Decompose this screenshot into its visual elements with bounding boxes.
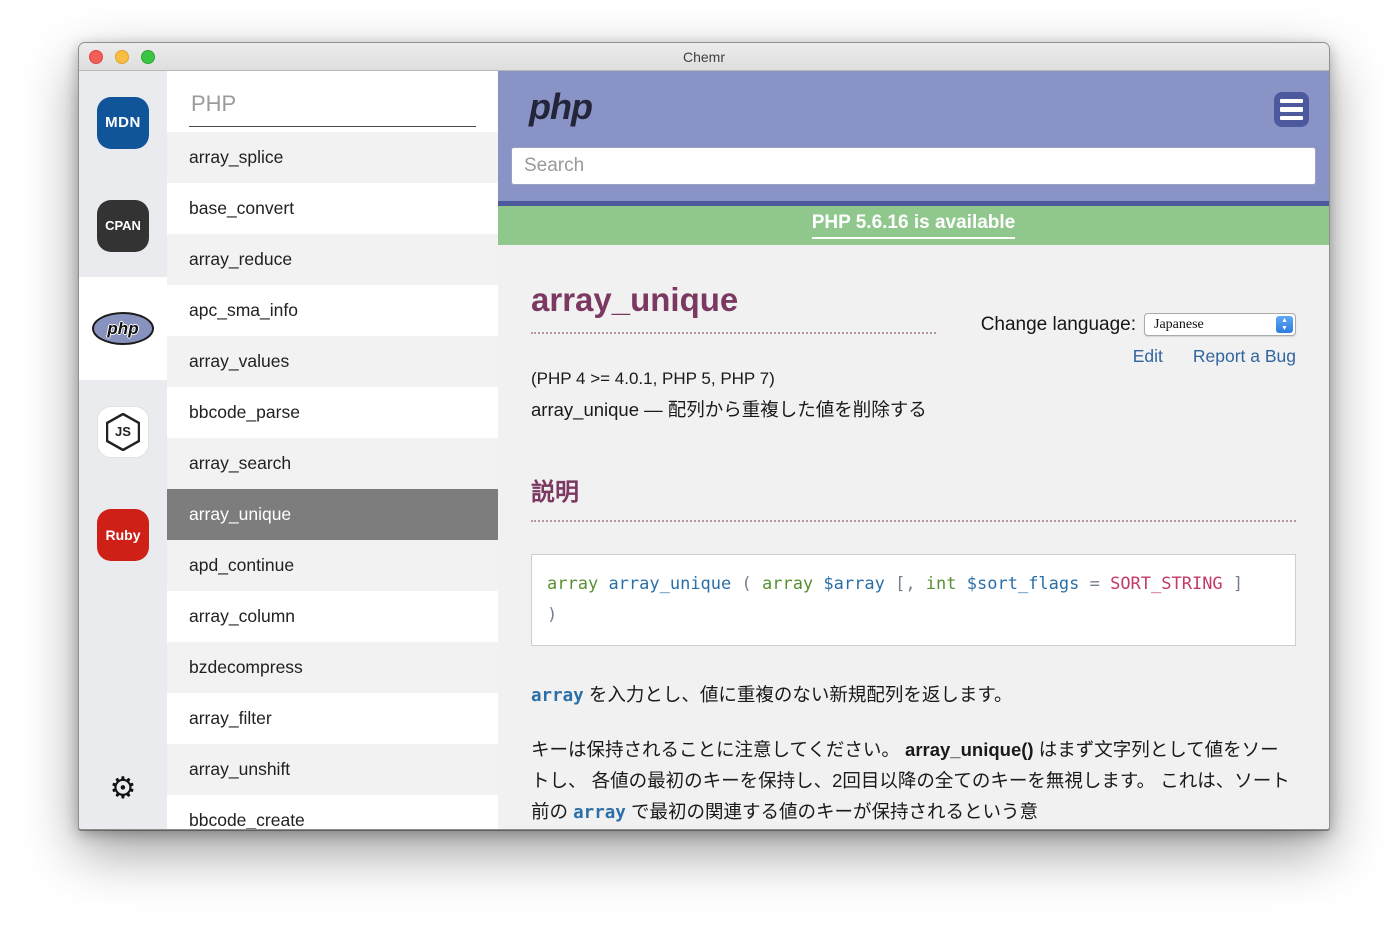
text-segment: を入力とし、値に重複のない新規配列を返します。	[583, 684, 1013, 705]
text-segment	[598, 574, 608, 594]
text-segment: キーは保持されることに注意してください。	[531, 739, 906, 760]
text-segment	[957, 574, 967, 594]
cpan-icon: CPAN	[97, 199, 149, 252]
list-item[interactable]: array_values	[167, 336, 498, 387]
text-segment: )	[547, 605, 558, 625]
list-item[interactable]: bzdecompress	[167, 642, 498, 693]
doc-content: php PHP 5.6.16 is available array_unique…	[498, 71, 1329, 829]
index-filter-input[interactable]	[189, 91, 476, 127]
list-item[interactable]: bbcode_create	[167, 795, 498, 829]
code-line: )	[547, 600, 1280, 631]
text-segment: (	[731, 574, 762, 594]
mdn-icon: MDN	[97, 96, 149, 149]
sidebar-item-mdn[interactable]: MDN	[79, 71, 167, 174]
php-version-line: (PHP 4 >= 4.0.1, PHP 5, PHP 7)	[531, 369, 775, 388]
list-item[interactable]: array_column	[167, 591, 498, 642]
function-summary: array_unique — 配列から重複した値を削除する	[531, 399, 927, 420]
version-banner-link[interactable]: PHP 5.6.16 is available	[811, 212, 1016, 239]
window-title: Chemr	[682, 49, 725, 65]
text-segment: int	[925, 574, 957, 594]
function-index-list: array_splice base_convert array_reduce apc_…	[167, 132, 498, 829]
language-area: Change language: Japanese ▲ ▼ Edit Report…	[981, 313, 1296, 367]
edit-link[interactable]: Edit	[1133, 346, 1163, 367]
doc-paragraph: キーは保持されることに注意してください。 array_unique() はまず文…	[531, 734, 1296, 829]
text-segment: array	[761, 574, 814, 594]
code-line: array array_unique ( array $array [, int…	[547, 569, 1280, 600]
app-window: Chemr MDN CPAN php JS Ruby ⚙ PHP array_s…	[78, 42, 1330, 830]
text-segment: array_unique()	[905, 739, 1034, 760]
change-language-label: Change language:	[980, 313, 1136, 335]
sidebar: MDN CPAN php JS Ruby ⚙	[79, 71, 167, 829]
text-segment: array	[531, 686, 584, 706]
hamburger-menu-icon[interactable]	[1274, 92, 1309, 127]
text-segment: $array	[823, 574, 885, 594]
list-item[interactable]: bbcode_parse	[167, 387, 498, 438]
titlebar[interactable]: Chemr	[79, 43, 1329, 71]
text-segment: ]	[1222, 574, 1244, 594]
list-item[interactable]: array_search	[167, 438, 498, 489]
list-item[interactable]: array_reduce	[167, 234, 498, 285]
list-item[interactable]: array_unshift	[167, 744, 498, 795]
section-separator	[531, 520, 1296, 522]
text-segment: で最初の関連する値のキーが保持されるという意	[625, 801, 1038, 822]
text-segment: [,	[884, 574, 926, 594]
php-logo-icon: php	[92, 312, 154, 345]
text-segment: array	[547, 574, 599, 594]
text-segment	[813, 574, 823, 594]
section-heading: 説明	[531, 479, 579, 506]
text-segment: =	[1079, 574, 1111, 594]
language-select-value: Japanese	[1154, 316, 1204, 332]
list-item[interactable]: apd_continue	[167, 540, 498, 591]
text-segment: array	[573, 803, 626, 823]
doc-paragraphs: array を入力とし、値に重複のない新規配列を返します。キーは保持されることに…	[531, 679, 1296, 829]
doc-search-input[interactable]	[511, 147, 1316, 185]
settings-gear-icon[interactable]: ⚙	[79, 774, 167, 804]
report-bug-link[interactable]: Report a Bug	[1193, 346, 1296, 367]
doc-paragraph: array を入力とし、値に重複のない新規配列を返します。	[531, 679, 1296, 712]
sidebar-item-php[interactable]: php	[79, 277, 167, 380]
list-item[interactable]: base_convert	[167, 183, 498, 234]
index-panel: array_splicebase_convertarray_reduceapc_…	[167, 71, 498, 829]
text-segment: SORT_STRING	[1110, 574, 1223, 594]
text-segment: $sort_flags	[966, 574, 1080, 594]
doc-header: php	[498, 71, 1329, 201]
sidebar-item-nodejs[interactable]: JS	[79, 380, 167, 483]
method-synopsis-code: array array_unique ( array $array [, int…	[531, 554, 1296, 646]
version-banner: PHP 5.6.16 is available	[498, 206, 1329, 245]
php-site-logo: php	[529, 86, 593, 127]
title-separator	[531, 332, 936, 334]
language-select[interactable]: Japanese ▲ ▼	[1144, 313, 1296, 336]
list-item[interactable]: array_splice	[167, 132, 498, 183]
ruby-icon: Ruby	[97, 508, 149, 561]
list-item[interactable]: array_filter	[167, 693, 498, 744]
text-segment: array_unique	[608, 574, 732, 594]
nodejs-icon: JS	[97, 405, 149, 458]
list-item[interactable]: apc_sma_info	[167, 285, 498, 336]
sidebar-item-ruby[interactable]: Ruby	[79, 483, 167, 586]
select-stepper-icon: ▲ ▼	[1276, 316, 1293, 333]
list-item[interactable]: array_unique	[167, 489, 498, 540]
sidebar-item-cpan[interactable]: CPAN	[79, 174, 167, 277]
